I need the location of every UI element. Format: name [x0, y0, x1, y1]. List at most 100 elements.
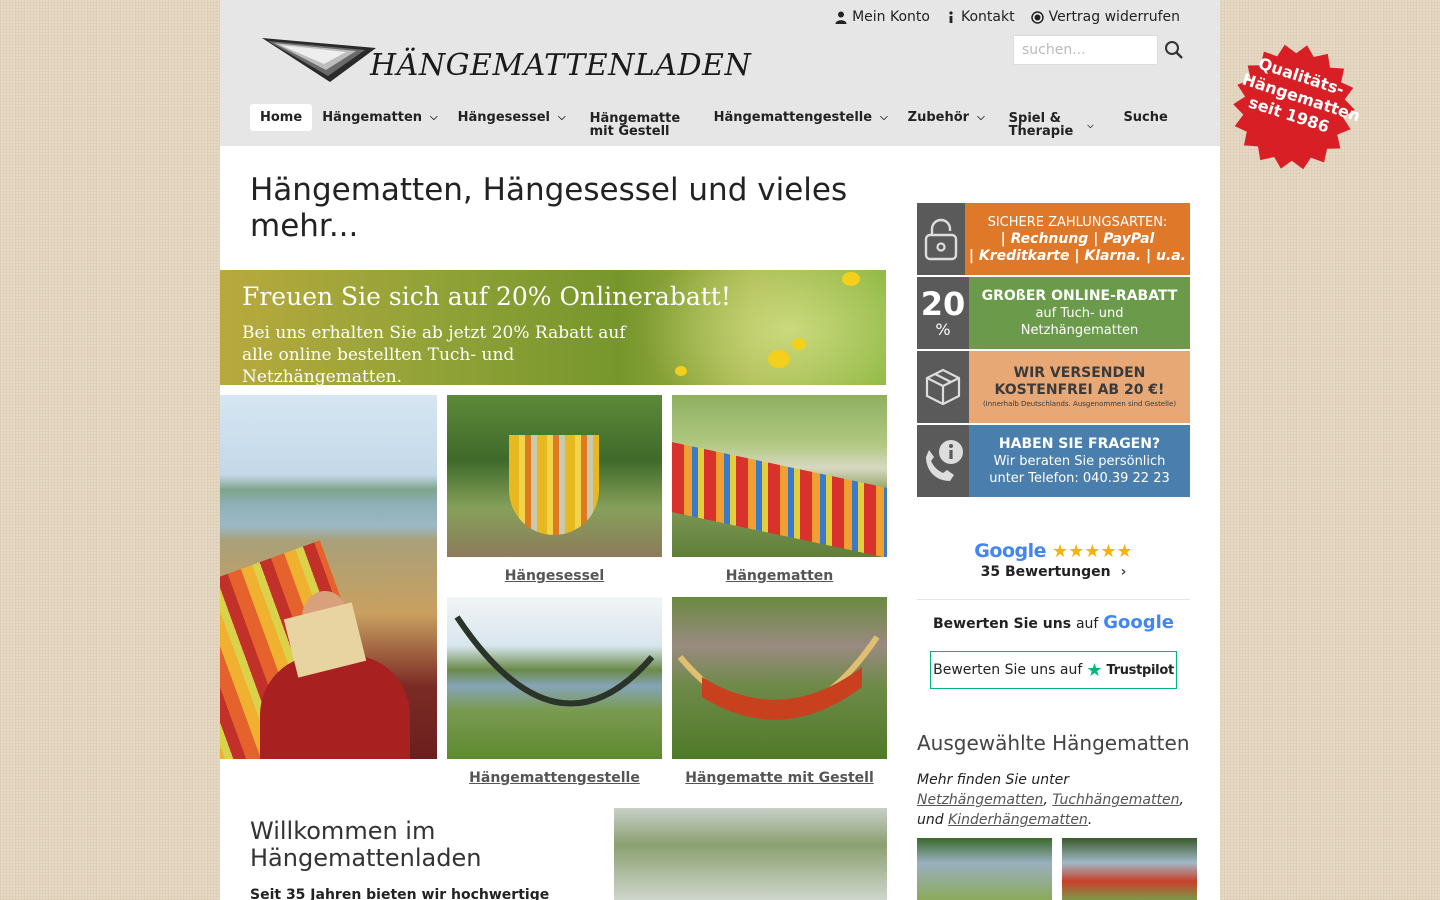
nav-zubehoer-label: Zubehör	[907, 110, 970, 125]
banner-shipping[interactable]: WIR VERSENDEN KOSTENFREI AB 20 €! (Inner…	[917, 351, 1190, 423]
radio-icon	[1030, 10, 1044, 24]
photo-haengemattengestelle[interactable]	[447, 597, 662, 759]
link-netzhaengematten[interactable]: Netzhängematten	[917, 792, 1043, 808]
account-link-label: Mein Konto	[852, 9, 930, 25]
flower-icon	[792, 338, 806, 350]
contact-link[interactable]: Kontakt	[946, 9, 1015, 25]
link-tuchhaengematten[interactable]: Tuchhängematten	[1052, 792, 1179, 808]
photo-haengesessel[interactable]	[447, 395, 662, 557]
percent-icon: 20 %	[917, 277, 969, 349]
banner-discount-line3: Netzhängematten	[1020, 322, 1139, 338]
banner-contact-line3: unter Telefon: 040.39 22 23	[989, 470, 1170, 486]
nav-spiel-therapie-line2: Therapie	[1008, 124, 1074, 139]
banner-discount-text: GROßER ONLINE-RABATT auf Tuch- und Netzh…	[969, 277, 1190, 349]
box-icon	[917, 351, 969, 423]
banner-payment[interactable]: SICHERE ZAHLUNGSARTEN: | Rechnung | PayP…	[917, 203, 1190, 275]
nav-haengemattengestelle-label: Hängemattengestelle	[713, 110, 873, 125]
logo-text: HÄNGEMATTENLADEN	[370, 48, 752, 83]
featured-title: Ausgewählte Hängematten	[917, 731, 1190, 755]
featured-product-2[interactable]	[1062, 838, 1197, 900]
nav-haengematten[interactable]: Hängematten ⌵	[312, 104, 447, 131]
withdraw-contract-label: Vertrag widerrufen	[1048, 9, 1180, 25]
stand-shape	[677, 635, 880, 720]
banner-discount[interactable]: 20 % GROßER ONLINE-RABATT auf Tuch- und …	[917, 277, 1190, 349]
welcome-text: Seit 35 Jahren bieten wir hochwertige	[250, 887, 550, 900]
nav-haengematte-mit-gestell-line2: mit Gestell	[589, 124, 670, 139]
percent-icon-sign: %	[935, 320, 951, 339]
link-kinderhaengematten[interactable]: Kinderhängematten	[948, 812, 1088, 828]
banner-contact-text: HABEN SIE FRAGEN? Wir beraten Sie persön…	[969, 425, 1190, 497]
chevron-down-icon: ⌵	[557, 112, 566, 123]
banner-contact-line2: Wir beraten Sie persönlich	[993, 453, 1166, 469]
nav-zubehoer[interactable]: Zubehör ⌵	[898, 104, 995, 131]
account-link[interactable]: Mein Konto	[835, 9, 930, 25]
nav-haengesessel-label: Hängesessel	[457, 110, 550, 125]
photo-haengematte-mit-gestell[interactable]	[672, 597, 887, 759]
info-icon	[949, 10, 953, 23]
welcome-title: Willkommen im Hängemattenladen	[250, 817, 482, 872]
nav-home-label: Home	[260, 110, 303, 125]
chevron-down-icon: ⌵	[430, 112, 438, 123]
google-logo: Google	[974, 540, 1046, 562]
chevron-down-icon: ⌵	[977, 112, 985, 123]
person-dress	[260, 655, 410, 759]
banner-payment-line1: SICHERE ZAHLUNGSARTEN:	[987, 214, 1168, 230]
banner-discount-line1: GROßER ONLINE-RABATT	[981, 287, 1178, 304]
stand-shape	[454, 615, 655, 707]
search-icon[interactable]	[1164, 40, 1184, 60]
chair-shape	[509, 435, 599, 535]
rate-us-google-auf: auf	[1075, 616, 1099, 632]
star-rating-icon: ★★★★★	[1052, 540, 1133, 562]
chevron-right-icon: ›	[1120, 564, 1127, 580]
banner-contact-line1: HABEN SIE FRAGEN?	[998, 435, 1161, 452]
trustpilot-logo: Trustpilot	[1106, 662, 1174, 678]
trustpilot-button[interactable]: Bewerten Sie uns auf ★ Trustpilot	[930, 651, 1177, 689]
photo-haengematten[interactable]	[672, 395, 887, 557]
lock-icon	[917, 203, 965, 275]
banner-shipping-line2: KOSTENFREI AB 20 €!	[994, 382, 1165, 398]
phone-info-icon	[917, 425, 969, 497]
photo-welcome	[614, 808, 887, 900]
hammock-stripes	[672, 442, 887, 557]
nav-spiel-therapie[interactable]: Spiel & Therapie ⌵	[995, 104, 1104, 145]
logo-hammock-icon	[262, 38, 376, 82]
google-rating[interactable]: Google ★★★★★ 35 Bewertungen ›	[917, 540, 1190, 580]
nav-haengemattengestelle[interactable]: Hängemattengestelle ⌵	[704, 104, 898, 131]
review-count: 35 Bewertungen	[980, 564, 1111, 580]
promo-banner[interactable]: Freuen Sie sich auf 20% Onlinerabatt! Be…	[220, 270, 886, 385]
logo[interactable]: HÄNGEMATTENLADEN	[260, 36, 751, 88]
header: Mein Konto Kontakt Vertrag widerrufen HÄ…	[220, 0, 1220, 146]
banner-shipping-text: WIR VERSENDEN KOSTENFREI AB 20 €! (Inner…	[969, 351, 1190, 423]
featured-product-1[interactable]	[917, 838, 1052, 900]
banner-shipping-line1: WIR VERSENDEN	[1013, 365, 1146, 381]
photo-woman-reading[interactable]	[220, 395, 437, 759]
page-title: Hängematten, Hängesessel und vieles mehr…	[250, 172, 848, 244]
flower-icon	[842, 272, 860, 286]
featured-prefix: Mehr finden Sie unter	[917, 772, 1069, 788]
percent-icon-value: 20	[920, 285, 966, 323]
rate-us-google[interactable]: Bewerten Sie uns auf Google	[917, 612, 1190, 633]
banner-contact[interactable]: HABEN SIE FRAGEN? Wir beraten Sie persön…	[917, 425, 1190, 497]
promo-text: Bei uns erhalten Sie ab jetzt 20% Rabatt…	[242, 323, 626, 385]
google-logo: Google	[1103, 612, 1174, 633]
category-link-haengemattengestelle[interactable]: Hängemattengestelle	[447, 770, 662, 786]
search-input[interactable]	[1013, 35, 1158, 65]
nav-haengematte-mit-gestell[interactable]: Hängematte mit Gestell	[576, 104, 704, 145]
featured-and: und	[917, 812, 944, 828]
nav-haengematten-label: Hängematten	[322, 110, 423, 125]
withdraw-contract-link[interactable]: Vertrag widerrufen	[1030, 9, 1180, 25]
flower-icon	[768, 350, 790, 368]
nav-haengesessel[interactable]: Hängesessel ⌵	[448, 104, 576, 131]
banner-discount-line2: auf Tuch- und	[1035, 305, 1124, 321]
contact-link-label: Kontakt	[960, 9, 1015, 25]
top-links: Mein Konto Kontakt Vertrag widerrufen	[835, 9, 1180, 25]
banner-payment-line2: | Rechnung | PayPal	[1000, 230, 1155, 247]
trustpilot-label: Bewerten Sie uns auf	[933, 662, 1083, 678]
nav-home[interactable]: Home	[250, 104, 313, 131]
category-link-haengematte-mit-gestell[interactable]: Hängematte mit Gestell	[672, 770, 887, 786]
category-link-haengesessel[interactable]: Hängesessel	[447, 568, 662, 584]
divider	[917, 599, 1190, 600]
category-link-haengematten[interactable]: Hängematten	[672, 568, 887, 584]
banner-shipping-line3: (Innerhalb Deutschlands. Ausgenommen sin…	[982, 400, 1177, 408]
nav-suche[interactable]: Suche	[1103, 104, 1177, 131]
